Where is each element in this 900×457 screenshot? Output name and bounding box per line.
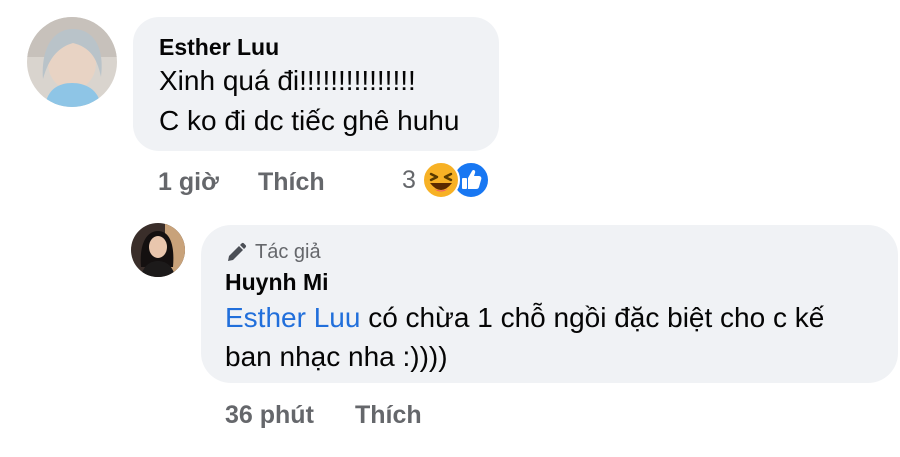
reply-timestamp[interactable]: 36 phút xyxy=(225,401,314,430)
comment-like-button[interactable]: Thích xyxy=(258,168,325,197)
author-badge: Tác giả xyxy=(225,241,321,264)
comment-bubble: Esther Luu Xinh quá đi!!!!!!!!!!!!!!! C … xyxy=(133,17,499,151)
haha-icon xyxy=(421,161,460,199)
reaction-summary[interactable]: 3 xyxy=(402,160,490,200)
comment-timestamp[interactable]: 1 giờ xyxy=(158,168,219,197)
comment-text-line-2: C ko đi dc tiếc ghê huhu xyxy=(159,105,460,136)
avatar-photo xyxy=(27,17,117,107)
avatar[interactable] xyxy=(27,17,117,107)
reply-text-line-1: Esther Luu có chừa 1 chỗ ngồi đặc biệt c… xyxy=(225,302,824,334)
reply-author[interactable]: Huynh Mi xyxy=(225,269,329,296)
avatar-photo xyxy=(131,223,185,277)
comment-author[interactable]: Esther Luu xyxy=(159,34,279,61)
reaction-count: 3 xyxy=(402,165,416,194)
mention-link[interactable]: Esther Luu xyxy=(225,302,360,333)
reply-text-line-2: ban nhạc nha :)))) xyxy=(225,341,448,372)
reply-like-button[interactable]: Thích xyxy=(355,401,422,430)
reply-text-part: có chừa 1 chỗ ngồi đặc biệt cho c kế xyxy=(360,302,825,333)
comment-text-line-1: Xinh quá đi!!!!!!!!!!!!!!! xyxy=(159,65,416,96)
author-badge-label: Tác giả xyxy=(255,241,321,263)
pencil-icon xyxy=(225,242,247,264)
reply-bubble: Tác giả Huynh Mi Esther Luu có chừa 1 ch… xyxy=(201,225,898,383)
reply-avatar[interactable] xyxy=(131,223,185,277)
